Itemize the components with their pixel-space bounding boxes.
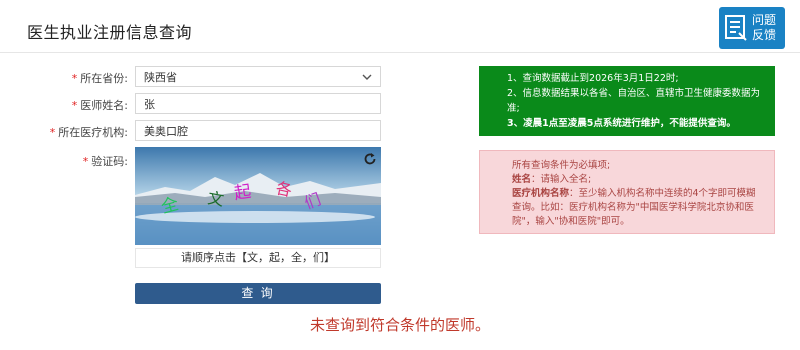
result-message: 未查询到符合条件的医师。: [309, 316, 490, 334]
notice-item: 1、查询数据截止到2026年3月1日22时;: [507, 73, 679, 84]
notice-name-rule: 姓名：请输入全名;: [512, 174, 592, 185]
captcha-hint: 请顺序点击【文，起，全，们】: [135, 248, 381, 268]
doctor-name-label: * 医师姓名:: [71, 99, 128, 112]
query-button[interactable]: 查 询: [135, 283, 381, 304]
refresh-icon[interactable]: [363, 152, 377, 166]
required-mark: *: [82, 155, 89, 168]
doctor-name-input[interactable]: 张: [135, 93, 381, 114]
province-select[interactable]: 陕西省: [135, 66, 381, 87]
feedback-icon: [725, 15, 747, 41]
notice-panel-red: 所有查询条件为必填项; 姓名：请输入全名; 医疗机构名称：至少输入机构名称中连续…: [479, 150, 775, 234]
notice-required: 所有查询条件为必填项;: [512, 160, 611, 171]
required-mark: *: [71, 72, 78, 85]
province-label: * 所在省份:: [71, 72, 128, 85]
title-divider: [0, 52, 800, 53]
captcha-char: 起: [233, 182, 253, 204]
province-value: 陕西省: [144, 70, 177, 84]
page-title: 医生执业注册信息查询: [27, 23, 193, 42]
captcha-char: 文: [206, 188, 225, 209]
captcha-image[interactable]: 全 文 起 各 们: [135, 147, 381, 245]
institution-input[interactable]: 美奥口腔: [135, 120, 381, 141]
notice-item: 2、信息数据结果以各省、自治区、直辖市卫生健康委数据为准;: [507, 88, 761, 114]
notice-panel-green: 1、查询数据截止到2026年3月1日22时; 2、信息数据结果以各省、自治区、直…: [479, 66, 775, 136]
chevron-down-icon: [362, 74, 372, 80]
required-mark: *: [71, 99, 78, 112]
captcha-label: * 验证码:: [82, 155, 128, 168]
notice-institution-rule: 医疗机构名称：至少输入机构名称中连续的4个字即可模糊查询。比如：医疗机构名称为"…: [512, 188, 756, 227]
institution-label: * 所在医疗机构:: [49, 126, 128, 139]
notice-item: 3、凌晨1点至凌晨5点系统进行维护，不能提供查询。: [507, 118, 736, 129]
feedback-label: 问题 反馈: [752, 13, 777, 42]
feedback-button[interactable]: 问题 反馈: [719, 7, 785, 49]
required-mark: *: [49, 126, 56, 139]
